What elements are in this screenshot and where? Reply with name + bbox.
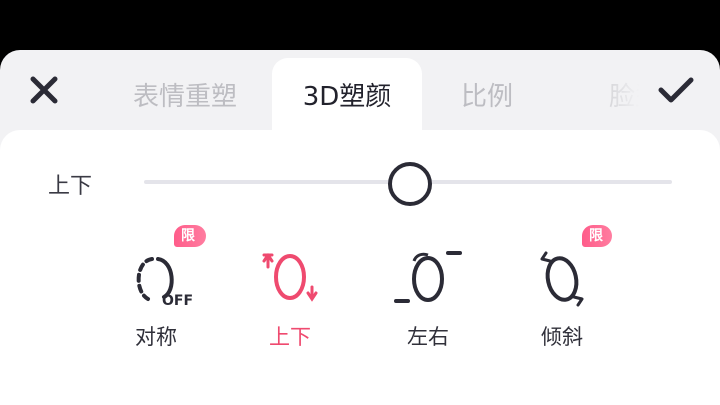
slider-track[interactable] xyxy=(144,162,672,206)
off-label: OFF xyxy=(162,293,193,307)
option-label: 左右 xyxy=(407,325,449,349)
adjust-panel: 上下 限免 OFF 对称 上下 左右 限免 倾斜 xyxy=(0,130,720,405)
option-label: 上下 xyxy=(269,325,311,349)
tab-expression-reshape[interactable]: 表情重塑 xyxy=(100,58,270,130)
option-symmetry[interactable]: 限免 OFF 对称 xyxy=(106,225,206,355)
tab-3d-sculpt[interactable]: 3D塑颜 xyxy=(272,58,422,130)
symmetry-off-icon: OFF xyxy=(136,257,193,307)
option-list: 限免 OFF 对称 上下 左右 限免 倾斜 xyxy=(0,225,720,355)
slider-thumb[interactable] xyxy=(388,162,432,206)
tab-face-shape[interactable]: 脸型 xyxy=(570,58,640,130)
edit-sheet: 表情重塑 3D塑颜 比例 脸型 上下 限免 OFF 对称 xyxy=(0,50,720,405)
option-tilt[interactable]: 限免 倾斜 xyxy=(512,225,612,355)
check-icon xyxy=(658,77,694,103)
horizontal-face-icon xyxy=(394,251,462,303)
option-horizontal[interactable]: 左右 xyxy=(378,225,478,355)
option-label: 倾斜 xyxy=(541,325,583,349)
tab-proportion[interactable]: 比例 xyxy=(422,58,552,130)
vertical-face-icon xyxy=(262,253,318,302)
tabs: 表情重塑 3D塑颜 比例 脸型 xyxy=(100,50,640,130)
close-icon xyxy=(30,76,58,104)
tilt-face-icon xyxy=(540,251,584,307)
option-label: 对称 xyxy=(135,325,177,349)
slider-label: 上下 xyxy=(48,174,93,199)
option-vertical[interactable]: 上下 xyxy=(240,225,340,355)
close-button[interactable] xyxy=(24,70,64,110)
confirm-button[interactable] xyxy=(654,70,698,110)
tab-bar: 表情重塑 3D塑颜 比例 脸型 xyxy=(0,50,720,130)
